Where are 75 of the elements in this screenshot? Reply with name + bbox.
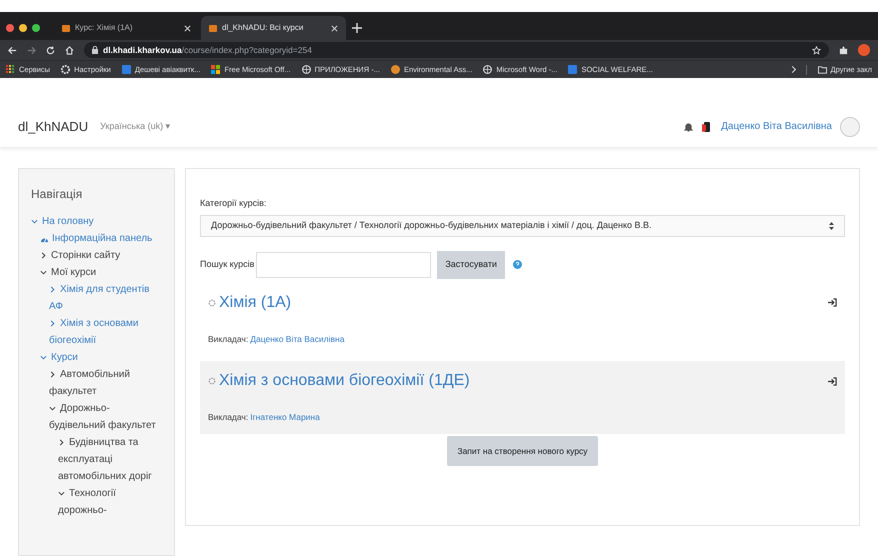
globe-icon [302, 65, 311, 74]
browser-tab[interactable]: Курс: Хімія (1А) [54, 16, 199, 40]
chevron-right-icon [49, 370, 56, 378]
nav-item[interactable]: Дорожньо-будівельний факультет [49, 400, 162, 434]
star-icon[interactable] [812, 46, 821, 54]
teacher-label: Викладач: [208, 411, 248, 424]
enrol-icon[interactable] [828, 298, 837, 307]
chevron-down-icon [58, 490, 65, 497]
chevron-right-icon [49, 320, 56, 327]
chevron-down-icon [31, 218, 38, 225]
nav-item[interactable]: Сторінки сайту [40, 247, 120, 264]
search-label: Пошук курсів [200, 258, 254, 271]
lock-icon [92, 46, 98, 54]
request-course-button[interactable]: Запит на створення нового курсу [447, 436, 598, 466]
new-tab-icon[interactable] [352, 23, 362, 33]
minimize-window-icon[interactable] [19, 24, 27, 32]
nav-item[interactable]: Хімія з основами біогеохімії [49, 315, 162, 349]
course-title-link[interactable]: Хімія (1А) [219, 290, 292, 314]
site-name[interactable]: dl_KhNADU [18, 88, 88, 136]
enrol-icon[interactable] [828, 376, 837, 386]
site-favicon-icon [62, 24, 70, 32]
nav-item[interactable]: Технології дорожньо- [58, 485, 162, 519]
back-icon[interactable] [8, 46, 17, 54]
teacher-link[interactable]: Даценко Віта Василівна [250, 332, 344, 346]
chevron-down-icon [40, 268, 47, 276]
puzzle-icon[interactable] [839, 46, 848, 54]
close-window-icon[interactable] [6, 24, 14, 32]
reload-icon[interactable] [46, 46, 55, 54]
bookmark-icon [390, 65, 400, 74]
bookmark-icon [122, 65, 131, 74]
site-favicon-icon [209, 24, 217, 32]
bookmark-icon [568, 65, 578, 74]
course-icon [208, 377, 216, 386]
user-name[interactable]: Даценко Віта Василівна [721, 119, 832, 134]
close-icon[interactable] [331, 24, 338, 32]
teacher-label: Викладач: [208, 332, 248, 346]
chevron-right-icon [58, 438, 65, 446]
chevron-down-icon [49, 404, 56, 412]
nav-item[interactable]: Автомобільний факультет [49, 366, 162, 400]
course-title-link[interactable]: Хімія з основами біогеохімії (1ДЕ) [219, 369, 470, 394]
nav-item[interactable]: Курси [40, 349, 78, 366]
url-text: dl.khadi.kharkov.ua/course/index.php?categoryid=254 [103, 44, 312, 56]
apps-icon [6, 65, 15, 74]
folder-icon [818, 66, 827, 74]
nav-item[interactable]: Будівництва та експлуатаці автомобільних доріг [58, 434, 162, 485]
windows-icon [211, 65, 220, 74]
nav-item[interactable]: Мої курси [40, 264, 96, 281]
course-icon [208, 298, 216, 306]
tab-title: dl_KhNADU: Всі курси [222, 22, 304, 34]
chevron-down-icon [40, 354, 47, 361]
category-select[interactable]: Дорожньо-будівельний факультет / Технології дорожньо-будівельних матеріалів і хімії / доц. Даценко В.В. [200, 214, 845, 236]
maximize-window-icon[interactable] [32, 24, 40, 32]
language-menu[interactable]: Українська (uk) ▾ [100, 92, 171, 134]
chevron-right-icon [49, 286, 56, 293]
nav-item[interactable]: Інформаційна панель [40, 230, 152, 247]
block-title: Навігація [31, 186, 84, 203]
select-arrows-icon [829, 222, 834, 230]
close-icon[interactable] [184, 24, 191, 32]
apply-button[interactable]: Застосувати [437, 250, 505, 278]
nav-item[interactable]: На головну [31, 213, 94, 230]
chevron-right-icon [40, 252, 47, 259]
globe-icon [483, 65, 492, 74]
search-field[interactable] [256, 252, 432, 278]
teacher-link[interactable]: Ігнатенко Марина [250, 411, 320, 424]
tab-title: Курс: Хімія (1А) [75, 22, 134, 34]
bell-icon[interactable] [684, 122, 694, 132]
profile-avatar[interactable] [858, 44, 870, 56]
address-bar[interactable]: dl.khadi.kharkov.ua/course/index.php?categoryid=254 [84, 42, 829, 58]
category-label: Категорії курсів: [200, 197, 268, 210]
help-icon[interactable] [512, 260, 522, 269]
selected-category: Дорожньо-будівельний факультет / Технології дорожньо-будівельних матеріалів і хімії / доц. Даценко В.В. [211, 218, 653, 232]
forward-icon[interactable] [27, 46, 36, 54]
browser-tab[interactable]: dl_KhNADU: Всі курси [201, 16, 346, 40]
nav-item[interactable]: Хімія для студентів АФ [49, 281, 162, 315]
home-icon[interactable] [65, 46, 74, 54]
